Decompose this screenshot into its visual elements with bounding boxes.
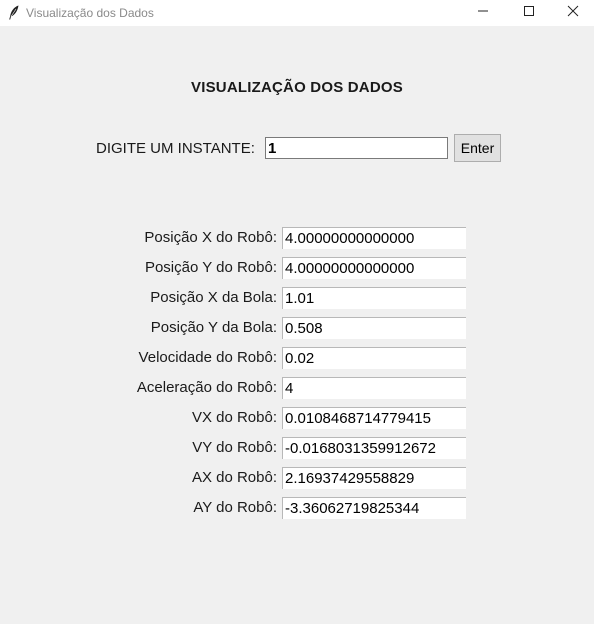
minimize-icon xyxy=(477,4,489,22)
field-value[interactable]: 1.01 xyxy=(282,287,466,309)
field-label: Aceleração do Robô: xyxy=(136,379,277,396)
field-label: AX do Robô: xyxy=(191,469,277,486)
app-window: Visualização dos Dados VISUALIZAÇÃO DOS … xyxy=(0,0,594,624)
minimize-button[interactable] xyxy=(460,0,506,26)
field-label: Posição X da Bola: xyxy=(150,289,277,306)
field-label: VY do Robô: xyxy=(192,439,277,456)
title-bar[interactable]: Visualização dos Dados xyxy=(0,0,594,26)
field-label: AY do Robô: xyxy=(193,499,277,516)
field-value[interactable]: 4.00000000000000 xyxy=(282,227,466,249)
field-row-posicao-y-robo: Posição Y do Robô: 4.00000000000000 xyxy=(0,257,594,279)
field-row-posicao-y-bola: Posição Y da Bola: 0.508 xyxy=(0,317,594,339)
window-title: Visualização dos Dados xyxy=(26,6,154,20)
feather-icon xyxy=(8,5,20,20)
close-icon xyxy=(567,4,579,22)
enter-button[interactable]: Enter xyxy=(454,134,501,162)
field-label: Posição X do Robô: xyxy=(144,229,277,246)
field-row-ay-robo: AY do Robô: -3.36062719825344 xyxy=(0,497,594,519)
field-label: Posição Y do Robô: xyxy=(144,259,277,276)
field-label: VX do Robô: xyxy=(191,409,277,426)
instant-input[interactable] xyxy=(265,137,448,159)
field-label: Posição Y da Bola: xyxy=(150,319,277,336)
field-value[interactable]: 4 xyxy=(282,377,466,399)
page-title: VISUALIZAÇÃO DOS DADOS xyxy=(191,79,403,96)
field-value[interactable]: -0.0168031359912672 xyxy=(282,437,466,459)
field-value[interactable]: 0.0108468714779415 xyxy=(282,407,466,429)
field-row-vx-robo: VX do Robô: 0.0108468714779415 xyxy=(0,407,594,429)
field-value[interactable]: 0.508 xyxy=(282,317,466,339)
field-row-ax-robo: AX do Robô: 2.16937429558829 xyxy=(0,467,594,489)
field-value[interactable]: 0.02 xyxy=(282,347,466,369)
field-value[interactable]: 4.00000000000000 xyxy=(282,257,466,279)
field-label: Velocidade do Robô: xyxy=(138,349,277,366)
field-row-posicao-x-bola: Posição X da Bola: 1.01 xyxy=(0,287,594,309)
field-row-aceleracao-robo: Aceleração do Robô: 4 xyxy=(0,377,594,399)
field-value[interactable]: 2.16937429558829 xyxy=(282,467,466,489)
instant-label: DIGITE UM INSTANTE: xyxy=(96,140,255,157)
field-row-vy-robo: VY do Robô: -0.0168031359912672 xyxy=(0,437,594,459)
field-row-posicao-x-robo: Posição X do Robô: 4.00000000000000 xyxy=(0,227,594,249)
field-value[interactable]: -3.36062719825344 xyxy=(282,497,466,519)
field-row-velocidade-robo: Velocidade do Robô: 0.02 xyxy=(0,347,594,369)
maximize-button[interactable] xyxy=(506,0,552,26)
close-button[interactable] xyxy=(552,0,594,26)
maximize-icon xyxy=(523,4,535,22)
